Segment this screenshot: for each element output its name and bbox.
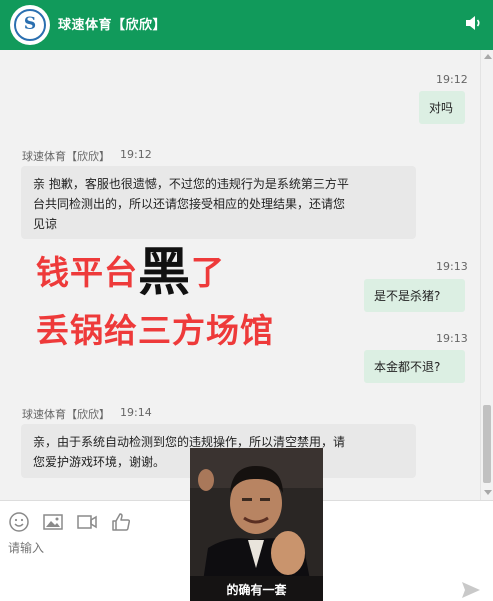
message-time: 19:12	[120, 148, 152, 161]
message-bubble-outgoing: 对吗	[419, 91, 465, 124]
meme-sticker: 的确有一套	[190, 448, 323, 601]
speaker-icon[interactable]	[463, 13, 483, 33]
message-input[interactable]	[8, 539, 178, 557]
chat-title: 球速体育【欣欣】	[58, 18, 167, 33]
message-time: 19:14	[120, 406, 152, 419]
meme-image	[190, 448, 323, 601]
message-time: 19:13	[436, 332, 468, 345]
message-time: 19:13	[436, 260, 468, 273]
chat-header: S 球速体育【欣欣】	[0, 0, 493, 50]
emoji-icon[interactable]	[8, 511, 30, 533]
video-icon[interactable]	[76, 511, 98, 533]
message-bubble-outgoing: 是不是杀猪?	[364, 279, 465, 312]
sender-name: 球速体育【欣欣】	[22, 408, 110, 421]
thumbs-up-icon[interactable]	[110, 511, 132, 533]
scroll-thumb[interactable]	[483, 405, 491, 483]
image-icon[interactable]	[42, 511, 64, 533]
scroll-down-arrow-icon[interactable]	[484, 490, 492, 495]
scroll-up-arrow-icon[interactable]	[484, 54, 492, 59]
sender-name: 球速体育【欣欣】	[22, 150, 110, 163]
meme-caption: 的确有一套	[226, 583, 287, 597]
overlay-caption-line2: 丢锅给三方场馆	[36, 311, 274, 350]
message-bubble-incoming: 亲 抱歉，客服也很遗憾，不过您的违规行为是系统第三方平 台共同检测出的，所以还请…	[21, 166, 416, 239]
chat-scrollbar[interactable]	[480, 50, 493, 500]
message-line: 亲 抱歉，客服也很遗憾，不过您的违规行为是系统第三方平	[33, 177, 349, 191]
message-time: 19:12	[436, 73, 468, 86]
brand-logo: S	[10, 5, 50, 45]
send-icon[interactable]	[460, 579, 482, 601]
message-list[interactable]: 19:12 对吗 球速体育【欣欣】 19:12 亲 抱歉，客服也很遗憾，不过您的…	[0, 50, 493, 500]
overlay-caption-line1: 钱平台黑了	[36, 243, 226, 303]
message-bubble-outgoing: 本金都不退?	[364, 350, 465, 383]
message-line: 台共同检测出的，所以还请您接受相应的处理结果，还请您	[33, 197, 346, 211]
